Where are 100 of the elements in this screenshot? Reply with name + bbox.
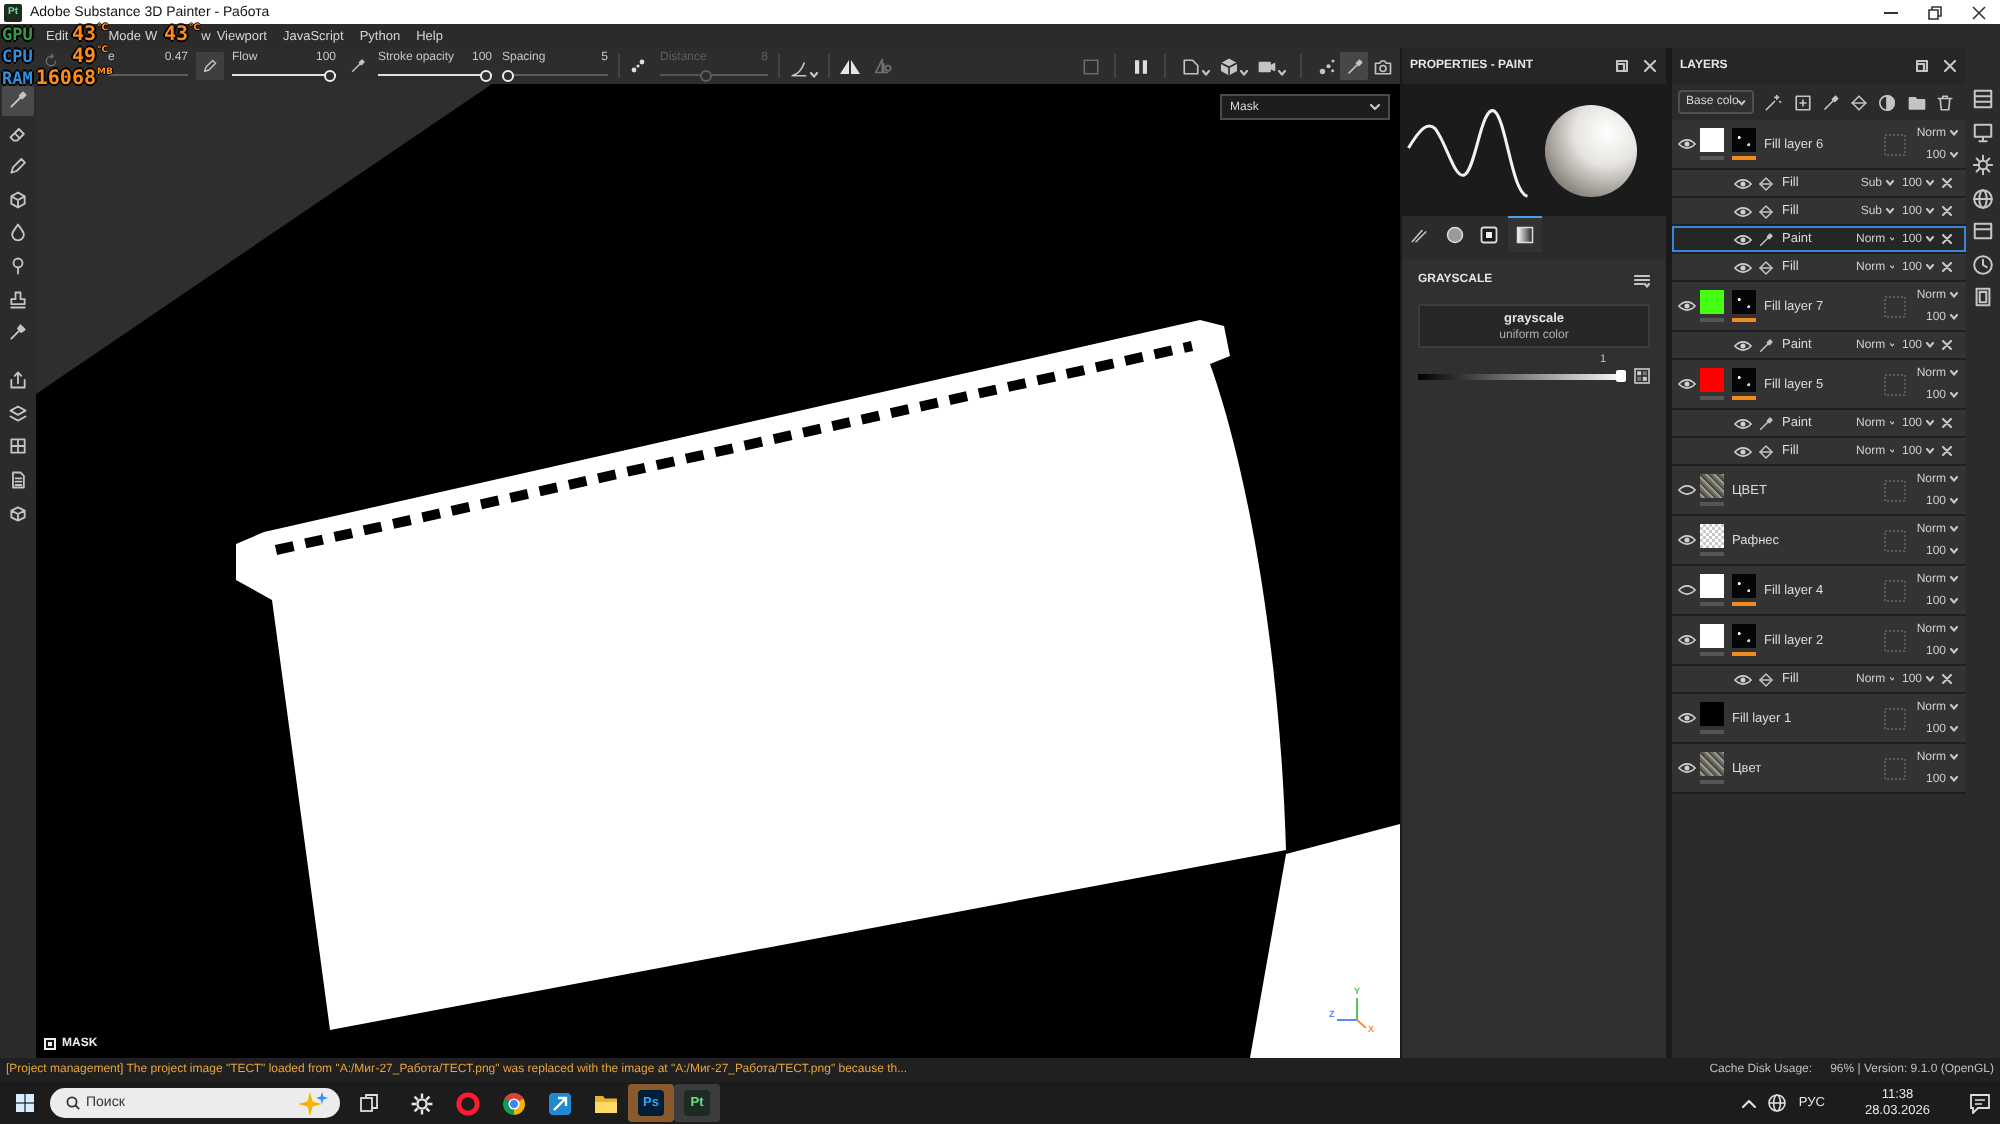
close-icon[interactable] (1944, 60, 1956, 72)
caret-icon (1926, 264, 1934, 270)
notification-icon[interactable] (1970, 1093, 1990, 1113)
close-icon[interactable] (1942, 340, 1952, 350)
globe-icon[interactable] (1768, 1094, 1787, 1112)
dotted-square-icon[interactable] (1884, 479, 1906, 501)
shelf-icon[interactable] (1972, 220, 1994, 242)
trash-icon[interactable] (1936, 93, 1955, 111)
window-icon[interactable] (1916, 60, 1928, 72)
layer-thumbnail[interactable] (1700, 128, 1724, 152)
globe-icon[interactable] (1972, 187, 1994, 209)
dotted-square-icon[interactable] (1884, 529, 1906, 551)
tool-button[interactable] (1340, 52, 1368, 80)
dotted-square-icon[interactable] (1884, 133, 1906, 155)
layer-thumbnail[interactable] (1700, 474, 1724, 498)
slider-track[interactable] (502, 69, 608, 81)
caret-icon (1950, 498, 1958, 504)
close-icon[interactable] (1942, 234, 1952, 244)
hud-value: 49 (71, 46, 96, 68)
close-icon[interactable] (1644, 60, 1656, 72)
restore-icon (1927, 5, 1941, 19)
eye-icon[interactable] (1678, 584, 1696, 596)
half-circle-icon[interactable] (1878, 93, 1897, 111)
close-icon[interactable] (1942, 446, 1952, 456)
eye-icon[interactable] (1678, 712, 1696, 724)
mask-thumbnail[interactable] (1732, 368, 1756, 392)
dotted-square-icon[interactable] (1884, 707, 1906, 729)
mask-thumbnail[interactable] (1732, 624, 1756, 648)
task-view-icon[interactable] (360, 1094, 378, 1112)
brush-icon[interactable] (1821, 93, 1840, 111)
diamond-icon[interactable] (1850, 93, 1869, 111)
eye-icon[interactable] (1678, 634, 1696, 646)
triangle-circle-icon[interactable] (874, 58, 892, 74)
eye-icon[interactable] (1734, 417, 1752, 429)
close-icon[interactable] (1942, 262, 1952, 272)
mirror-icon[interactable] (840, 59, 860, 73)
chevron-up-icon[interactable] (1742, 1099, 1757, 1107)
caret-icon (1950, 476, 1958, 482)
dotted-square-icon[interactable] (1884, 757, 1906, 779)
windows-logo-icon[interactable] (16, 1094, 34, 1112)
mask-thumbnail[interactable] (1732, 128, 1756, 152)
pen-button[interactable] (196, 52, 224, 80)
sun-icon[interactable] (1972, 154, 1994, 176)
layer-thumbnail[interactable] (1700, 574, 1724, 598)
dotted-square-icon[interactable] (1884, 579, 1906, 601)
eye-icon[interactable] (1734, 205, 1752, 217)
list-icon[interactable] (1972, 88, 1994, 110)
close-icon[interactable] (1942, 418, 1952, 428)
sparkle-icon[interactable] (298, 1091, 328, 1115)
slider-track[interactable] (232, 69, 336, 81)
clock-icon[interactable] (1972, 253, 1994, 275)
close-icon[interactable] (1942, 178, 1952, 188)
layer-thumbnail[interactable] (1700, 752, 1724, 776)
dotted-square-icon[interactable] (1884, 629, 1906, 651)
dotted-square-icon (1081, 57, 1099, 75)
add-layer-icon[interactable] (1793, 93, 1812, 111)
slider-thumb[interactable] (1616, 370, 1626, 382)
eye-icon[interactable] (1678, 138, 1696, 150)
close-icon (1971, 5, 1985, 19)
dotted-square-icon[interactable] (1884, 295, 1906, 317)
eraser-icon (8, 123, 28, 144)
particles-icon (1317, 57, 1335, 75)
layer-thumbnail[interactable] (1700, 702, 1724, 726)
square-dot-icon (1480, 226, 1499, 244)
close-icon[interactable] (1942, 674, 1952, 684)
grid-icon[interactable] (1634, 368, 1650, 384)
layer-thumbnail[interactable] (1700, 290, 1724, 314)
dots-icon[interactable] (630, 58, 646, 74)
eye-icon[interactable] (1734, 233, 1752, 245)
layer-thumbnail[interactable] (1700, 368, 1724, 392)
eye-icon[interactable] (1678, 300, 1696, 312)
dotted-square-icon[interactable] (1884, 373, 1906, 395)
layer-thumbnail[interactable] (1700, 624, 1724, 648)
folder-icon[interactable] (1907, 93, 1926, 111)
wand-icon[interactable] (1764, 93, 1783, 111)
close-icon[interactable] (1942, 206, 1952, 216)
tool-button[interactable] (2, 85, 34, 115)
eye-icon[interactable] (1678, 762, 1696, 774)
display-icon[interactable] (1972, 121, 1994, 143)
properties-tab[interactable] (1507, 216, 1543, 252)
camera-icon (1373, 57, 1391, 75)
mask-thumbnail[interactable] (1732, 290, 1756, 314)
mask-thumbnail[interactable] (1732, 574, 1756, 598)
eye-icon[interactable] (1734, 445, 1752, 457)
eye-icon[interactable] (1678, 378, 1696, 390)
list-menu-icon[interactable] (1634, 273, 1650, 287)
frame-icon (1181, 57, 1199, 75)
layer-thumbnail[interactable] (1700, 524, 1724, 548)
eye-icon[interactable] (1678, 484, 1696, 496)
eye-icon[interactable] (1734, 339, 1752, 351)
brush-icon (1758, 415, 1774, 431)
brush-icon[interactable] (350, 58, 366, 74)
caret-icon (1950, 626, 1958, 632)
eye-icon[interactable] (1678, 534, 1696, 546)
eye-icon[interactable] (1734, 261, 1752, 273)
eye-icon[interactable] (1734, 673, 1752, 685)
eye-icon[interactable] (1734, 177, 1752, 189)
slider-track[interactable] (378, 69, 492, 81)
window-icon[interactable] (1616, 60, 1628, 72)
grayscale-slider[interactable] (1418, 370, 1626, 382)
